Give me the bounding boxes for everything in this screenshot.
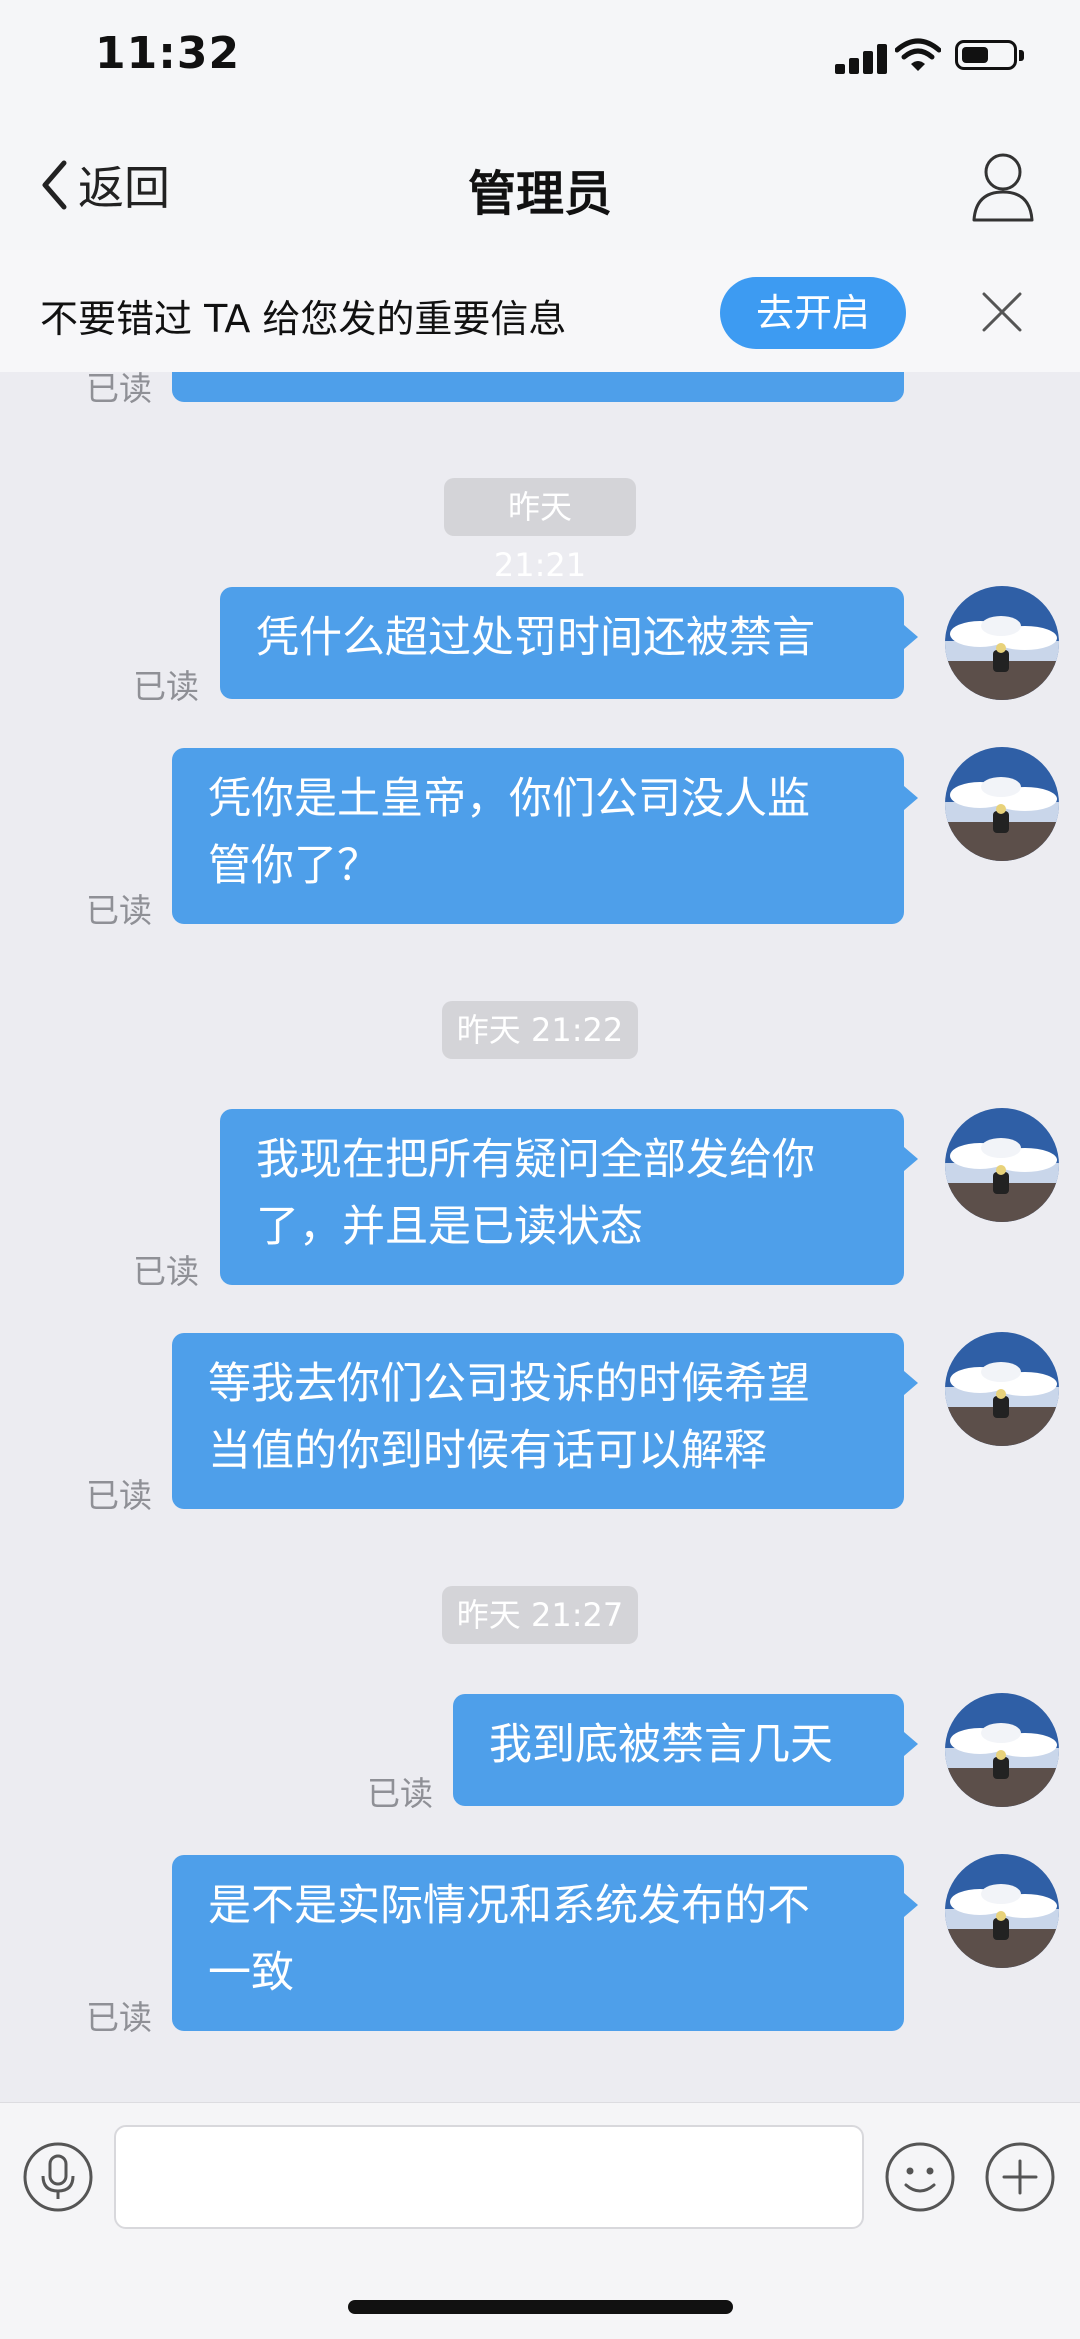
user-icon[interactable] (970, 150, 1036, 222)
navigation-bar: 返回 管理员 (0, 120, 1080, 250)
read-receipt: 已读 (133, 667, 199, 706)
avatar-image (945, 586, 1059, 700)
emoji-icon[interactable] (884, 2141, 956, 2213)
avatar[interactable] (945, 1108, 1059, 1222)
bottom-safe-area (0, 2250, 1080, 2339)
wifi-icon (895, 38, 941, 71)
avatar-image (945, 1332, 1059, 1446)
message-bubble[interactable]: 我现在把所有疑问全部发给你 了，并且是已读状态 (220, 1109, 918, 1285)
avatar[interactable] (945, 1693, 1059, 1807)
avatar[interactable] (945, 747, 1059, 861)
read-receipt: 已读 (86, 891, 152, 930)
avatar-image (945, 1854, 1059, 1968)
read-receipt: 已读 (367, 1774, 433, 1813)
microphone-icon[interactable] (22, 2141, 94, 2213)
notification-prompt: 不要错过 TA 给您发的重要信息 去开启 (0, 250, 1080, 372)
notice-text: 不要错过 TA 给您发的重要信息 (40, 297, 567, 341)
message-bubble[interactable]: 凭什么超过处罚时间还被禁言 (220, 587, 918, 699)
avatar-image (945, 1108, 1059, 1222)
read-receipt: 已读 (86, 1476, 152, 1515)
timestamp: 昨天 21:21 (444, 478, 636, 584)
read-receipt: 已读 (86, 1998, 152, 2037)
avatar[interactable] (945, 1854, 1059, 1968)
message-input[interactable] (114, 2125, 864, 2229)
close-icon[interactable] (980, 290, 1024, 334)
timestamp: 昨天 21:22 (442, 1001, 638, 1059)
avatar[interactable] (945, 586, 1059, 700)
avatar-image (945, 747, 1059, 861)
avatar-image (945, 1693, 1059, 1807)
battery-level (962, 47, 988, 63)
page-title: 管理员 (467, 166, 612, 222)
input-bar (0, 2102, 1080, 2251)
plus-icon[interactable] (984, 2141, 1056, 2213)
battery-tip (1019, 50, 1024, 61)
chat-screen: 已读 昨天 21:21 凭什么超过处罚时间还被禁言 已读 凭你是土皇帝，你们公司… (0, 0, 1080, 2339)
message-bubble[interactable]: 我到底被禁言几天 (453, 1694, 918, 1806)
battery-icon (955, 40, 1017, 70)
cellular-signal-icon (835, 44, 891, 74)
message-bubble[interactable]: 等我去你们公司投诉的时候希望 当值的你到时候有话可以解释 (172, 1333, 918, 1509)
enable-notifications-button[interactable]: 去开启 (720, 277, 906, 349)
message-bubble[interactable]: 是不是实际情况和系统发布的不 一致 (172, 1855, 918, 2031)
read-receipt: 已读 (133, 1252, 199, 1291)
timestamp: 昨天 21:27 (442, 1586, 638, 1644)
home-indicator[interactable] (348, 2300, 733, 2314)
status-time: 11:32 (95, 28, 241, 79)
message-bubble[interactable]: 凭你是土皇帝，你们公司没人监 管你了？ (172, 748, 918, 924)
avatar[interactable] (945, 1332, 1059, 1446)
status-bar: 11:32 (0, 0, 1080, 120)
